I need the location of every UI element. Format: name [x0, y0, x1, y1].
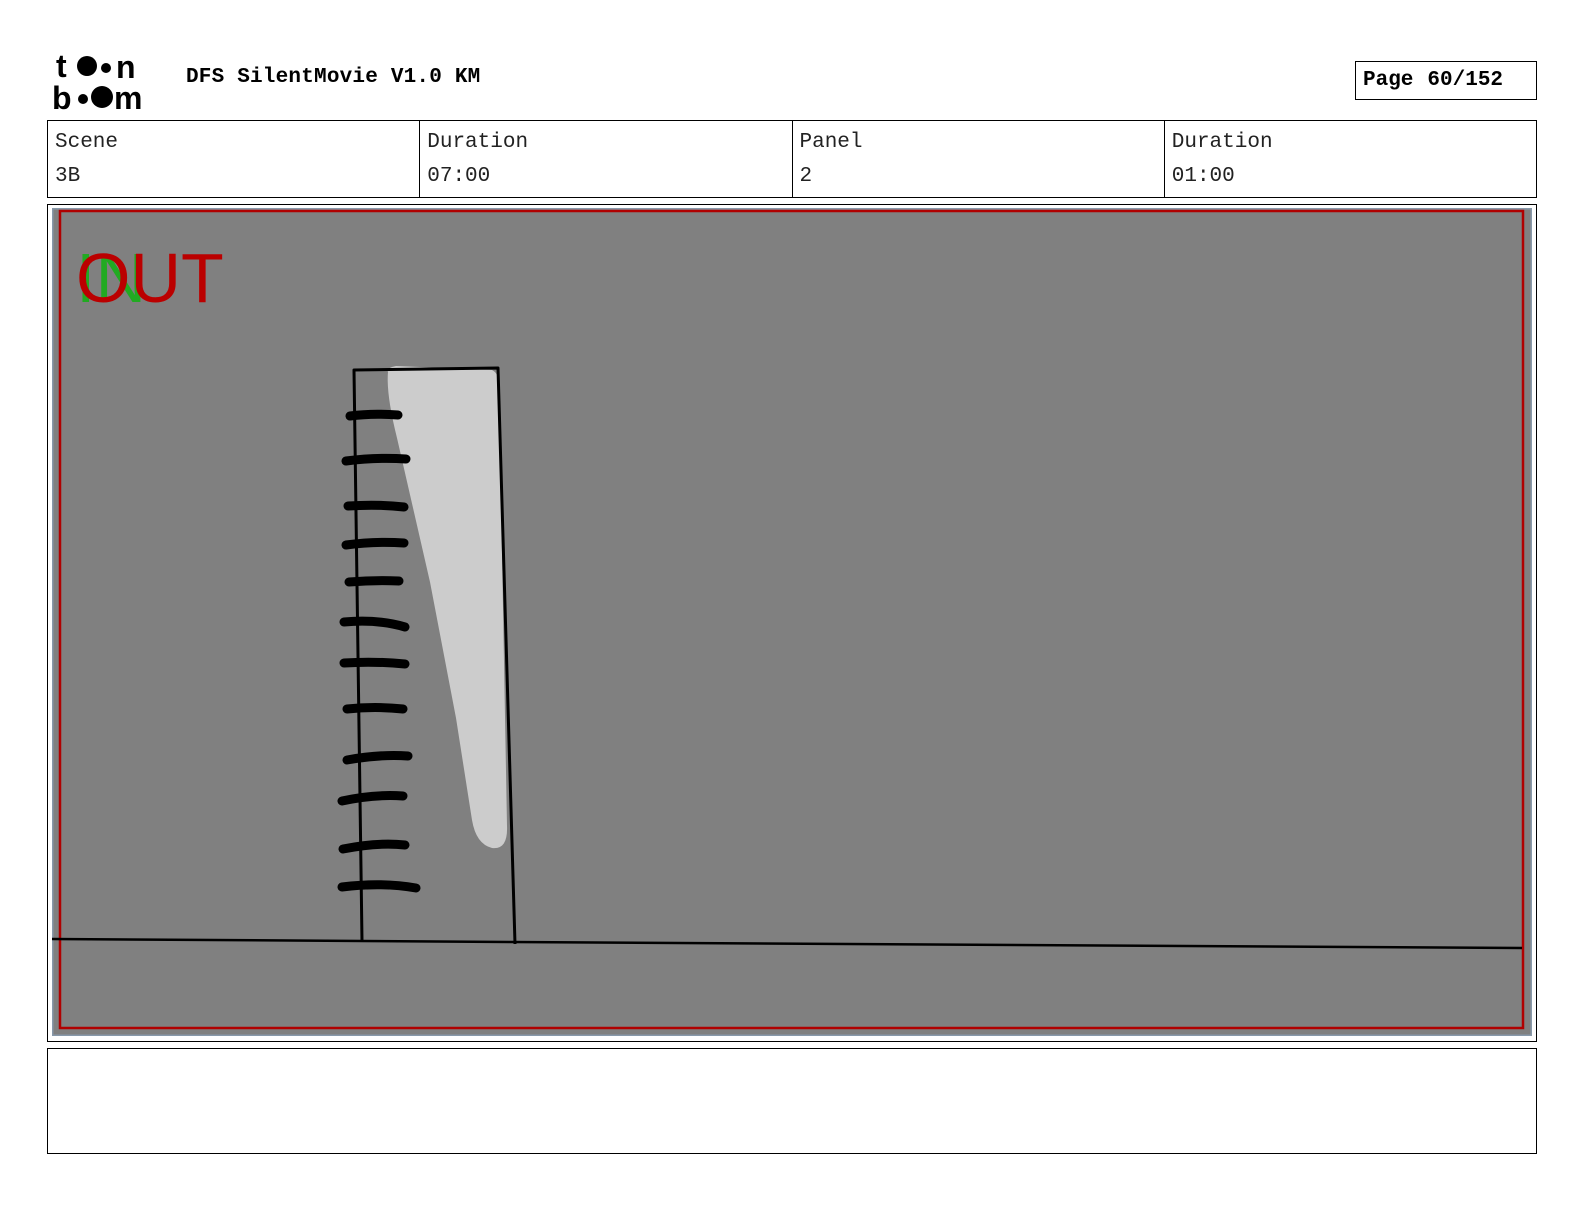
scene-label: Scene: [55, 131, 119, 154]
panel-duration-cell: Duration 01:00: [1165, 121, 1536, 197]
out-marker: OUT: [76, 239, 224, 317]
tick: [343, 500, 409, 512]
tick: [342, 703, 408, 714]
tick: [342, 751, 413, 765]
tick: [341, 453, 411, 466]
panel-duration-label: Duration: [1171, 131, 1273, 154]
tick: [337, 880, 421, 893]
panel-value: 2: [799, 165, 813, 188]
scene-duration-cell: Duration 07:00: [420, 121, 793, 197]
tick: [338, 839, 410, 854]
panel-label: Panel: [799, 131, 863, 154]
svg-text:t: t: [56, 50, 67, 84]
page-number: 60/152: [1427, 69, 1504, 92]
scene-cell: Scene 3B: [48, 121, 421, 197]
tick: [344, 576, 404, 587]
page-label: Page: [1363, 69, 1414, 92]
panel-duration-value: 01:00: [1171, 165, 1235, 188]
panel-notes-box: [47, 1048, 1537, 1154]
svg-text:b: b: [52, 80, 72, 112]
page-indicator: Page 60/152: [1355, 61, 1537, 100]
panel-background: [52, 208, 1532, 1036]
tick: [341, 537, 409, 550]
scene-duration-value: 07:00: [427, 165, 491, 188]
toonboom-logo: t n b m: [52, 50, 142, 112]
scene-value: 3B: [55, 165, 81, 188]
tick: [345, 409, 403, 421]
scene-info-table: Scene 3B Duration 07:00 Panel 2 Duration…: [47, 120, 1537, 198]
svg-text:m: m: [114, 80, 142, 112]
scene-duration-label: Duration: [427, 131, 529, 154]
document-title: DFS SilentMovie V1.0 KM: [186, 66, 481, 89]
panel-cell: Panel 2: [793, 121, 1165, 197]
tick: [339, 657, 410, 669]
storyboard-panel-drawing: IN OUT: [52, 208, 1532, 1036]
